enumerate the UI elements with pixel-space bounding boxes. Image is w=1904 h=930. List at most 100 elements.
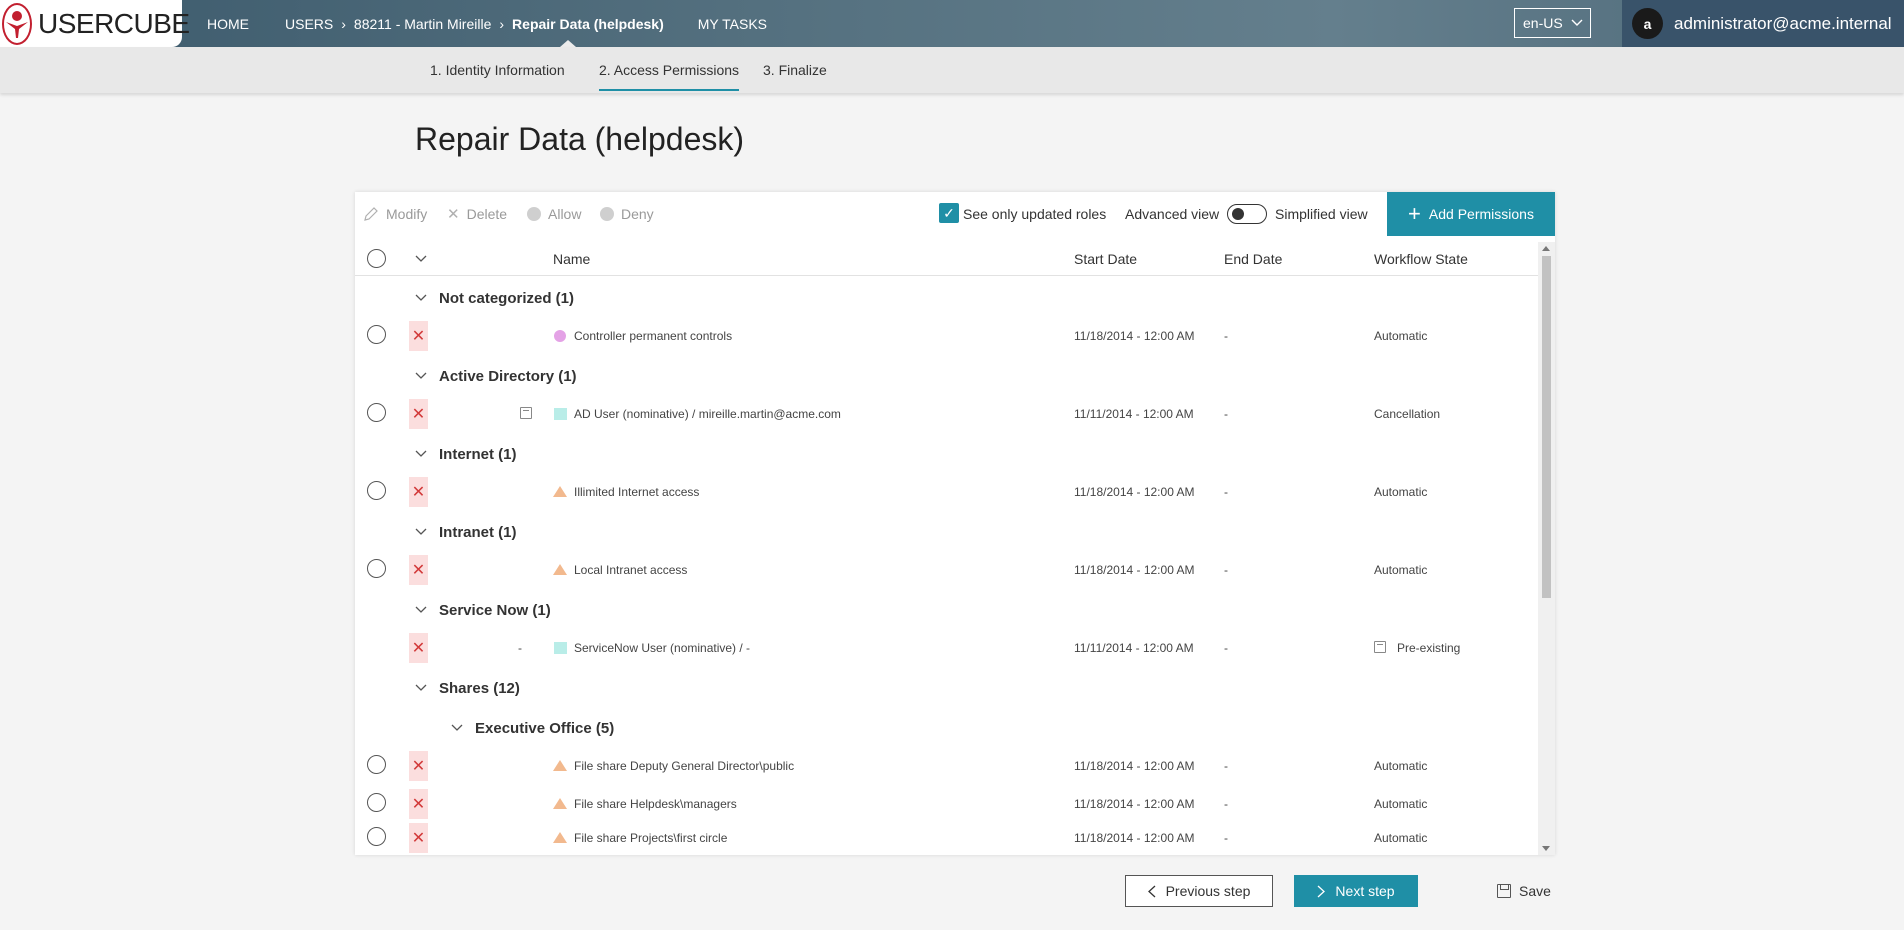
row-select-radio[interactable] (367, 755, 386, 774)
row-start-date: 11/11/2014 - 12:00 AM (1074, 407, 1194, 421)
group-header[interactable]: Not categorized (1) (355, 281, 1538, 315)
deny-x-icon[interactable]: ✕ (409, 321, 428, 351)
group-header[interactable]: Internet (1) (355, 437, 1538, 471)
next-step-button[interactable]: Next step (1294, 875, 1418, 907)
deny-x-icon[interactable]: ✕ (409, 555, 428, 585)
deny-x-icon[interactable]: ✕ (409, 477, 428, 507)
row-select-radio[interactable] (367, 793, 386, 812)
group-header[interactable]: Intranet (1) (355, 515, 1538, 549)
allow-button[interactable]: Allow (527, 192, 581, 236)
add-permissions-button[interactable]: + Add Permissions (1387, 192, 1555, 236)
chevron-down-icon[interactable] (415, 606, 427, 614)
plus-icon: + (1408, 201, 1421, 226)
language-select[interactable]: en-US (1514, 8, 1591, 38)
chevron-down-icon[interactable] (415, 294, 427, 302)
row-name: Controller permanent controls (574, 329, 733, 343)
nav-home-link[interactable]: HOME (207, 16, 249, 32)
row-workflow-state: Automatic (1374, 329, 1428, 343)
user-email: administrator@acme.internal (1674, 13, 1892, 33)
row-select-radio[interactable] (367, 325, 386, 344)
table-row[interactable]: ✕ Controller permanent controls 11/18/20… (355, 319, 1538, 353)
tab-access-permissions[interactable]: 2. Access Permissions (599, 47, 740, 93)
scroll-up-arrow-icon[interactable] (1542, 246, 1550, 251)
row-workflow-state: Automatic (1374, 563, 1428, 577)
row-name: Local Intranet access (574, 563, 688, 577)
row-workflow-state: Cancellation (1374, 407, 1441, 421)
table-row[interactable]: ✕ File share Helpdesk\managers 11/18/201… (355, 787, 1538, 821)
top-navigation-bar: USERCUBE HOME USERS › 88211 - Martin Mir… (0, 0, 1904, 47)
row-start-date: 11/18/2014 - 12:00 AM (1074, 797, 1195, 811)
row-select-radio[interactable] (367, 403, 386, 422)
column-workflow-state[interactable]: Workflow State (1374, 242, 1468, 276)
chevron-down-icon[interactable] (415, 450, 427, 458)
usercube-logo[interactable]: USERCUBE (0, 0, 190, 47)
row-prefix: - (518, 641, 522, 655)
row-select-radio[interactable] (367, 481, 386, 500)
tab-finalize[interactable]: 3. Finalize (763, 47, 827, 93)
modify-label: Modify (386, 206, 428, 222)
table-row[interactable]: ✕ Illimited Internet access 11/18/2014 -… (355, 475, 1538, 509)
table-row[interactable]: ✕ File share Deputy General Director\pub… (355, 749, 1538, 783)
table-scrollbar[interactable] (1538, 242, 1555, 855)
scroll-down-arrow-icon[interactable] (1542, 846, 1550, 851)
scrollbar-thumb[interactable] (1542, 256, 1551, 598)
row-start-date: 11/18/2014 - 12:00 AM (1074, 485, 1195, 499)
column-end-date[interactable]: End Date (1224, 242, 1282, 276)
deny-button[interactable]: Deny (600, 192, 654, 236)
nav-users-link[interactable]: USERS (285, 16, 333, 32)
chevron-down-icon[interactable] (415, 372, 427, 380)
row-select-radio[interactable] (367, 827, 386, 846)
row-select-radio[interactable] (367, 559, 386, 578)
row-workflow-state: Automatic (1374, 797, 1428, 811)
chevron-down-icon[interactable] (415, 528, 427, 536)
deny-x-icon[interactable]: ✕ (409, 789, 428, 819)
chevron-down-icon[interactable] (415, 684, 427, 692)
calendar-icon (1374, 641, 1386, 653)
single-role-triangle-icon (553, 486, 567, 497)
column-start-date[interactable]: Start Date (1074, 242, 1137, 276)
deny-x-icon[interactable]: ✕ (409, 399, 428, 429)
row-workflow-state: Automatic (1374, 485, 1428, 499)
chevron-right-icon: › (341, 15, 346, 32)
see-only-updated-label: See only updated roles (963, 206, 1107, 222)
modify-button[interactable]: Modify (363, 192, 427, 236)
row-start-date: 11/18/2014 - 12:00 AM (1074, 759, 1195, 773)
single-role-triangle-icon (553, 798, 567, 809)
user-menu[interactable]: a administrator@acme.internal (1622, 0, 1904, 47)
tab-identity-information[interactable]: 1. Identity Information (430, 47, 565, 93)
row-start-date: 11/11/2014 - 12:00 AM (1074, 641, 1194, 655)
simplified-view-label: Simplified view (1275, 206, 1368, 222)
subgroup-header[interactable]: Executive Office (5) (355, 711, 1538, 745)
add-permissions-label: Add Permissions (1428, 206, 1534, 222)
chevron-down-icon[interactable] (451, 724, 463, 732)
deny-x-icon[interactable]: ✕ (409, 633, 428, 663)
next-step-label: Next step (1335, 883, 1395, 899)
row-end-date: - (1224, 641, 1228, 655)
previous-step-button[interactable]: Previous step (1125, 875, 1273, 907)
calendar-icon (520, 407, 532, 419)
nav-user-link[interactable]: 88211 - Martin Mireille (354, 16, 491, 32)
table-row[interactable]: ✕ Local Intranet access 11/18/2014 - 12:… (355, 553, 1538, 587)
collapse-all-chevron-icon[interactable] (415, 255, 427, 263)
table-row[interactable]: ✕ - ServiceNow User (nominative) / - 11/… (355, 631, 1538, 665)
pencil-icon (364, 207, 378, 221)
group-title: Shares (12) (439, 679, 520, 697)
table-header: Name Start Date End Date Workflow State (355, 242, 1538, 276)
table-row[interactable]: ✕ File share Projects\first circle 11/18… (355, 821, 1538, 855)
nav-my-tasks-link[interactable]: MY TASKS (698, 16, 767, 32)
deny-x-icon[interactable]: ✕ (409, 751, 428, 781)
see-only-updated-checkbox[interactable]: ✓ (939, 203, 959, 223)
group-header[interactable]: Service Now (1) (355, 593, 1538, 627)
select-all-radio[interactable] (367, 249, 386, 268)
group-header[interactable]: Shares (12) (355, 671, 1538, 705)
deny-x-icon[interactable]: ✕ (409, 823, 428, 853)
active-page-caret (560, 40, 576, 47)
group-header[interactable]: Active Directory (1) (355, 359, 1538, 393)
logo-person-icon (2, 2, 32, 45)
column-name[interactable]: Name (553, 242, 590, 276)
delete-button[interactable]: ✕ Delete (447, 192, 507, 236)
row-end-date: - (1224, 831, 1228, 845)
save-button[interactable]: Save (1497, 875, 1551, 907)
table-row[interactable]: ✕ AD User (nominative) / mireille.martin… (355, 397, 1538, 431)
view-mode-toggle[interactable] (1227, 204, 1267, 224)
